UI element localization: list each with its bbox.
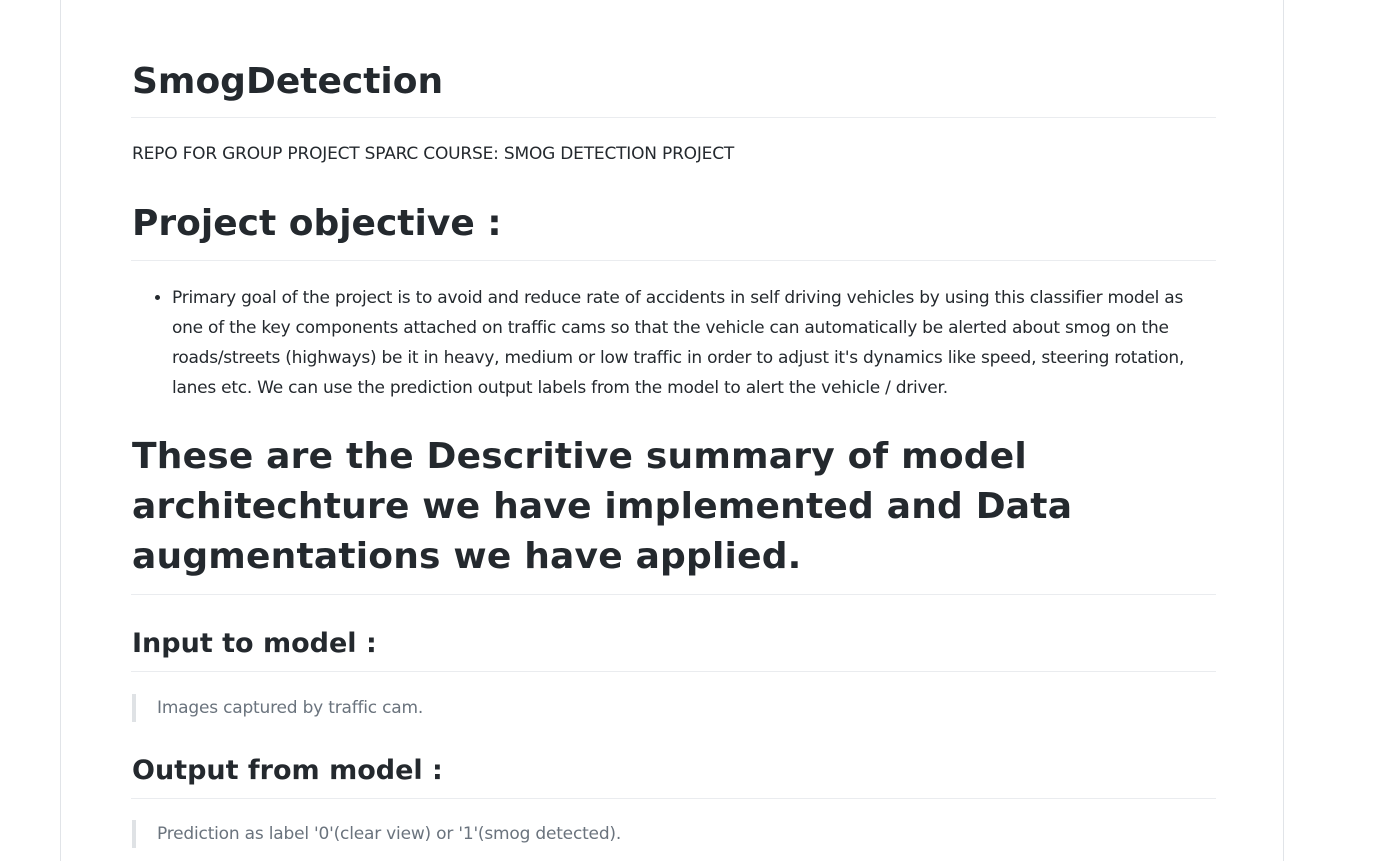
objective-list: Primary goal of the project is to avoid … [132,283,1217,403]
output-quote: Prediction as label '0'(clear view) or '… [132,820,621,848]
summary-heading: These are the Descritive summary of mode… [132,436,1073,577]
readme-title: SmogDetection [132,61,444,102]
objective-divider [131,260,1216,261]
summary-divider [131,594,1216,595]
repo-tagline: REPO FOR GROUP PROJECT SPARC COURSE: SMO… [132,144,735,164]
objective-heading: Project objective : [132,203,502,244]
page: SmogDetection REPO FOR GROUP PROJECT SPA… [0,0,1376,861]
input-heading: Input to model : [132,628,377,659]
list-item: Primary goal of the project is to avoid … [172,283,1217,403]
output-heading: Output from model : [132,755,443,786]
title-divider [131,117,1216,118]
output-divider [131,798,1216,799]
readme-panel: SmogDetection REPO FOR GROUP PROJECT SPA… [60,0,1284,861]
input-divider [131,671,1216,672]
input-quote: Images captured by traffic cam. [132,694,423,722]
